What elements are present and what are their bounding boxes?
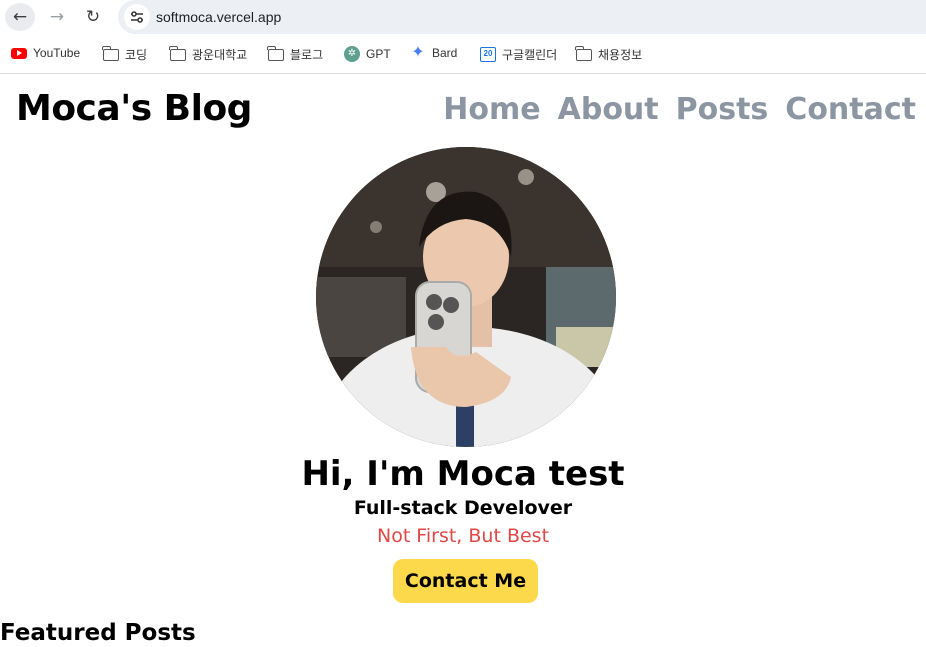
bookmark-label: 광운대학교 (192, 48, 248, 62)
nav-posts[interactable]: Posts (676, 92, 769, 127)
bookmark-label: Bard (432, 46, 458, 60)
browser-toolbar: ← → ↻ softmoca.vercel.app (0, 0, 926, 34)
nav-home[interactable]: Home (443, 92, 540, 127)
bookmark-label: 블로그 (290, 48, 324, 62)
bookmark-coding[interactable]: 코딩 (102, 45, 148, 63)
featured-posts-heading: Featured Posts (0, 620, 196, 646)
bookmark-youtube[interactable]: YouTube (11, 46, 80, 60)
folder-icon (267, 45, 284, 61)
profile-photo (316, 147, 616, 447)
hero-title: Hi, I'm Moca test (301, 454, 625, 494)
youtube-icon (11, 47, 27, 59)
contact-me-button[interactable]: Contact Me (393, 559, 538, 603)
bookmark-label: YouTube (33, 46, 81, 60)
bookmark-label: GPT (366, 47, 391, 61)
url-text[interactable]: softmoca.vercel.app (156, 9, 281, 25)
site-nav: Home About Posts Contact (443, 92, 916, 127)
nav-about[interactable]: About (558, 92, 659, 127)
back-arrow-icon[interactable]: ← (5, 3, 35, 31)
bard-sparkle-icon: ✦ (411, 44, 425, 61)
site-settings-icon[interactable] (124, 4, 150, 30)
site-brand-logo[interactable]: Moca's Blog (16, 88, 252, 129)
bookmark-jobs[interactable]: 채용정보 (575, 45, 643, 63)
folder-icon (575, 45, 592, 61)
bookmark-bard[interactable]: ✦ Bard (410, 44, 458, 61)
bookmark-label: 코딩 (125, 48, 148, 62)
bookmark-label: 구글캘린더 (502, 48, 558, 62)
bookmark-kwangwoon[interactable]: 광운대학교 (169, 45, 248, 63)
forward-arrow-icon[interactable]: → (42, 3, 72, 31)
bookmark-label: 채용정보 (598, 48, 643, 62)
folder-icon (169, 45, 186, 61)
hero-motto: Not First, But Best (376, 525, 550, 547)
folder-icon (102, 45, 119, 61)
nav-contact[interactable]: Contact (785, 92, 916, 127)
chatgpt-icon: ✲ (344, 46, 360, 62)
google-calendar-icon: 20 (480, 47, 496, 62)
reload-icon[interactable]: ↻ (78, 3, 108, 31)
bookmark-gpt[interactable]: ✲ GPT (344, 46, 391, 62)
bookmark-google-calendar[interactable]: 20 구글캘린더 (480, 46, 557, 63)
bookmarks-bar: YouTube 코딩 광운대학교 블로그 ✲ GPT ✦ Bard 20 구글캘… (0, 34, 926, 74)
address-bar[interactable]: softmoca.vercel.app (118, 0, 926, 34)
bookmark-blog[interactable]: 블로그 (267, 45, 324, 63)
hero-subtitle: Full-stack Develover (353, 497, 573, 519)
